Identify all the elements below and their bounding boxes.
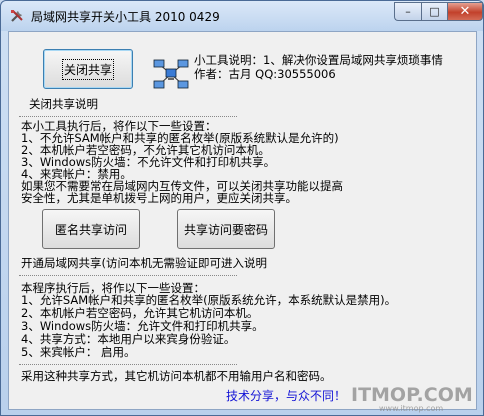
anonymous-share-button[interactable]: 匿名共享访问: [42, 209, 140, 249]
title-bar[interactable]: 局域网共享开关小工具 2010 0429 – □ ✕: [1, 1, 483, 31]
password-share-button[interactable]: 共享访问要密码: [177, 209, 275, 249]
close-share-description: 本小工具执行后，将作以下一些设置： 1、不允许SAM帐户和共享的匿名枚举(原版系…: [21, 120, 471, 204]
tools-icon: [11, 10, 23, 22]
watermark-text: ITMOP.COM: [351, 384, 473, 406]
password-share-label: 共享访问要密码: [183, 222, 268, 237]
divider: [19, 364, 237, 365]
close-window-button[interactable]: ✕: [447, 2, 483, 21]
divider: [19, 275, 237, 276]
open-share-heading: 开通局域网共享(访问本机无需验证即可进入说明: [21, 256, 267, 270]
minimize-button[interactable]: –: [394, 2, 421, 21]
watermark-subtext: www.itmop.com: [379, 404, 443, 413]
maximize-button[interactable]: □: [421, 2, 447, 21]
close-icon: ✕: [459, 4, 471, 19]
open-line: 采用这种共享方式，其它机访问本机都不用输用户名和密码。: [21, 369, 332, 383]
open-line: 5、来宾帐户： 启用。: [21, 345, 136, 359]
close-share-label: 关闭共享: [61, 58, 115, 80]
close-share-heading: 关闭共享说明: [29, 97, 98, 111]
divider: [19, 116, 237, 117]
minimize-icon: –: [405, 5, 411, 18]
tool-description: 小工具说明：1、解决你设置局域网共享烦琐事情: [194, 53, 443, 67]
close-line: 安全性，尤其是单机拨号上网的用户，更应关闭共享。: [21, 191, 297, 205]
footer-link[interactable]: 技术分享，与众不同！: [226, 387, 346, 404]
author-info: 作者：古月 QQ:30555006: [194, 67, 336, 81]
client-area: 关闭共享 小工具说明：1、解决你设置局域网共享烦琐事情 作者：古月 QQ:305…: [8, 31, 477, 410]
network-icon: [153, 59, 189, 89]
app-window: 局域网共享开关小工具 2010 0429 – □ ✕ 关闭共享 小工具说明：1、…: [0, 0, 484, 416]
maximize-icon: □: [429, 5, 440, 18]
itmop-watermark-logo: ITMOP.COM www.itmop.com: [351, 384, 473, 413]
anonymous-share-label: 匿名共享访问: [54, 222, 127, 237]
close-share-button[interactable]: 关闭共享: [43, 49, 133, 89]
window-title: 局域网共享开关小工具 2010 0429: [31, 10, 220, 24]
